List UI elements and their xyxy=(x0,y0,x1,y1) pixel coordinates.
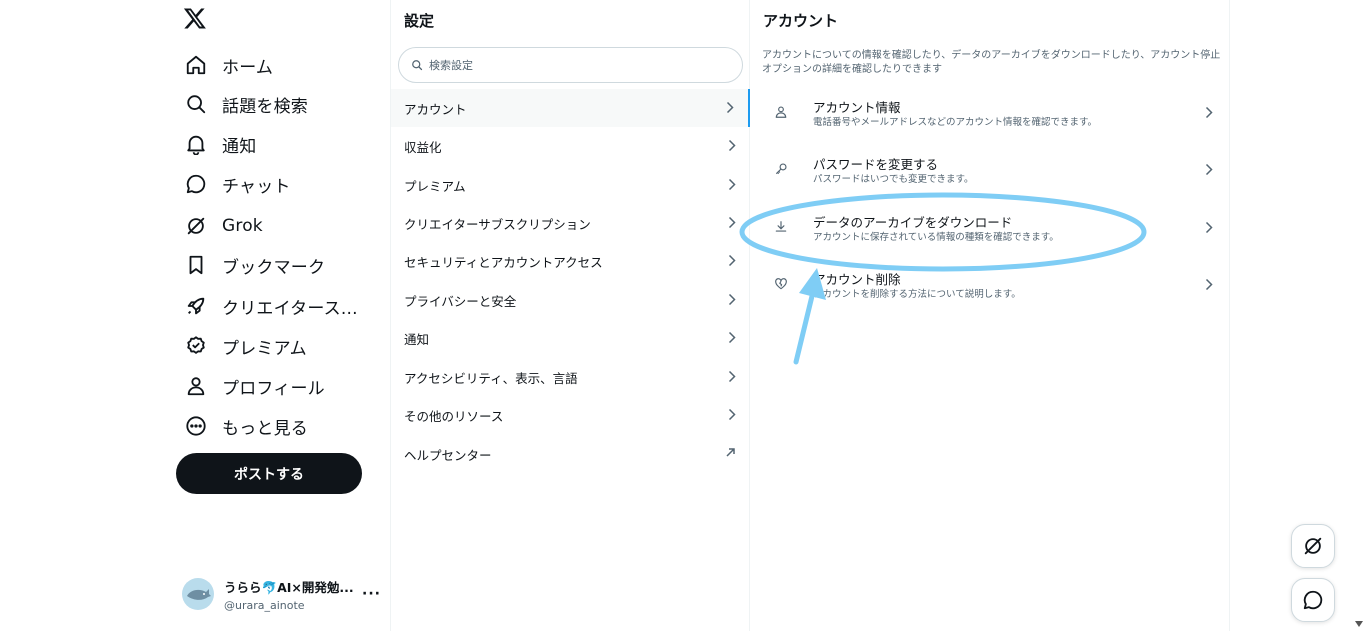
key-icon xyxy=(774,162,790,178)
delete-account-row[interactable]: アカウント削除 アカウントを削除する方法について説明します。 xyxy=(750,258,1229,314)
chevron-right-icon xyxy=(728,331,736,344)
chevron-right-icon xyxy=(1205,106,1213,119)
chevron-right-icon xyxy=(1205,221,1213,234)
account-handle: @urara_ainote xyxy=(224,598,305,612)
settings-item-label: クリエイターサブスクリプション xyxy=(404,216,591,232)
settings-item-label: アクセシビリティ、表示、言語 xyxy=(404,370,578,386)
nav-label: プレミアム xyxy=(222,338,307,359)
nav-chat[interactable]: チャット xyxy=(184,166,291,202)
settings-item-monetization[interactable]: 収益化 xyxy=(391,127,750,165)
settings-search[interactable] xyxy=(398,47,743,83)
nav-label: ブックマーク xyxy=(222,257,326,278)
settings-item-help-center[interactable]: ヘルプセンター xyxy=(391,435,750,473)
nav-label: Grok xyxy=(222,216,263,236)
nav-creator-studio[interactable]: クリエイタース... xyxy=(184,288,358,324)
settings-item-premium[interactable]: プレミアム xyxy=(391,166,750,204)
more-circle-icon xyxy=(184,414,208,438)
scroll-down-arrow-icon[interactable] xyxy=(1354,620,1364,628)
grok-floating-button[interactable] xyxy=(1291,524,1335,568)
chevron-right-icon xyxy=(728,178,736,191)
nav-grok[interactable]: Grok xyxy=(184,208,263,244)
nav-premium[interactable]: プレミアム xyxy=(184,328,307,364)
settings-item-creator-subscriptions[interactable]: クリエイターサブスクリプション xyxy=(391,204,750,242)
chat-bubble-icon xyxy=(1302,589,1324,611)
grok-icon xyxy=(1302,535,1324,557)
search-icon xyxy=(411,59,423,71)
nav-notifications[interactable]: 通知 xyxy=(184,126,256,162)
download-icon xyxy=(774,220,790,236)
grok-icon xyxy=(184,214,208,238)
nav-profile[interactable]: プロフィール xyxy=(184,368,325,404)
home-icon xyxy=(184,53,208,77)
settings-item-label: セキュリティとアカウントアクセス xyxy=(404,254,603,270)
person-icon xyxy=(774,105,790,121)
nav-label: チャット xyxy=(222,176,291,197)
nav-home[interactable]: ホーム xyxy=(184,47,273,83)
account-info-row[interactable]: アカウント情報 電話番号やメールアドレスなどのアカウント情報を確認できます。 xyxy=(750,86,1229,142)
chevron-right-icon xyxy=(728,216,736,229)
nav-more[interactable]: もっと見る xyxy=(184,408,308,444)
settings-column: 設定 アカウント 収益化 プレミアム クリエイターサブスクリプション セキュリテ… xyxy=(390,0,750,631)
verified-badge-icon xyxy=(184,334,208,358)
chevron-right-icon xyxy=(1205,278,1213,291)
external-link-arrow-icon xyxy=(725,447,736,458)
settings-item-account[interactable]: アカウント xyxy=(391,89,750,127)
account-title: アカウント xyxy=(763,12,839,30)
nav-bookmarks[interactable]: ブックマーク xyxy=(184,247,325,283)
nav-label: クリエイタース... xyxy=(222,298,358,319)
person-icon xyxy=(184,374,208,398)
settings-item-notifications[interactable]: 通知 xyxy=(391,319,750,357)
search-icon xyxy=(184,92,208,116)
nav-label: プロフィール xyxy=(222,378,325,399)
x-logo-icon[interactable] xyxy=(183,6,211,34)
row-description: 電話番号やメールアドレスなどのアカウント情報を確認できます。 xyxy=(813,117,1098,128)
settings-item-label: アカウント xyxy=(404,101,467,117)
settings-item-security[interactable]: セキュリティとアカウントアクセス xyxy=(391,242,750,280)
chevron-right-icon xyxy=(726,101,734,114)
chevron-right-icon xyxy=(728,293,736,306)
nav-label: ホーム xyxy=(222,57,274,78)
nav-label: 話題を検索 xyxy=(222,96,308,117)
settings-title: 設定 xyxy=(404,12,435,30)
bookmark-icon xyxy=(184,253,208,277)
avatar xyxy=(182,578,214,610)
settings-item-label: 収益化 xyxy=(404,139,442,155)
chat-bubble-icon xyxy=(184,172,208,196)
settings-item-privacy[interactable]: プライバシーと安全 xyxy=(391,281,750,319)
account-display-name: うらら🐬AI×開発勉... xyxy=(224,579,354,595)
account-text: うらら🐬AI×開発勉... @urara_ainote xyxy=(224,577,354,612)
bell-icon xyxy=(184,132,208,156)
nav-label: もっと見る xyxy=(222,418,308,439)
row-description: アカウントに保存されている情報の種類を確認できます。 xyxy=(813,232,1059,243)
download-archive-row[interactable]: データのアーカイブをダウンロード アカウントに保存されている情報の種類を確認でき… xyxy=(750,201,1229,257)
primary-nav: ホーム 話題を検索 通知 チャット Grok ブックマーク クリエイタース...… xyxy=(170,0,390,631)
rocket-icon xyxy=(184,294,208,318)
more-dots-icon[interactable]: ··· xyxy=(362,586,381,602)
settings-item-accessibility[interactable]: アクセシビリティ、表示、言語 xyxy=(391,358,750,396)
nav-label: 通知 xyxy=(222,136,257,157)
messages-floating-button[interactable] xyxy=(1291,578,1335,622)
chevron-right-icon xyxy=(728,139,736,152)
search-input[interactable] xyxy=(429,58,729,72)
account-settings-column: アカウント アカウントについての情報を確認したり、データのアーカイブをダウンロー… xyxy=(750,0,1230,631)
chevron-right-icon xyxy=(1205,163,1213,176)
chevron-right-icon xyxy=(728,370,736,383)
account-description: アカウントについての情報を確認したり、データのアーカイブをダウンロードしたり、ア… xyxy=(762,50,1221,75)
settings-item-additional-resources[interactable]: その他のリソース xyxy=(391,396,750,434)
chevron-right-icon xyxy=(728,254,736,267)
change-password-row[interactable]: パスワードを変更する パスワードはいつでも変更できます。 xyxy=(750,143,1229,199)
chevron-right-icon xyxy=(728,408,736,421)
settings-item-label: プレミアム xyxy=(404,178,466,194)
settings-item-label: その他のリソース xyxy=(404,408,504,424)
nav-explore[interactable]: 話題を検索 xyxy=(184,86,308,122)
row-description: アカウントを削除する方法について説明します。 xyxy=(813,289,1021,300)
post-button[interactable]: ポストする xyxy=(176,453,362,494)
settings-item-label: ヘルプセンター xyxy=(404,447,492,463)
settings-item-label: プライバシーと安全 xyxy=(404,293,517,309)
broken-heart-icon xyxy=(774,277,790,293)
settings-item-label: 通知 xyxy=(404,331,430,347)
dolphin-icon xyxy=(187,589,211,600)
row-description: パスワードはいつでも変更できます。 xyxy=(813,174,974,185)
account-switcher[interactable]: うらら🐬AI×開発勉... @urara_ainote ··· xyxy=(182,574,382,614)
